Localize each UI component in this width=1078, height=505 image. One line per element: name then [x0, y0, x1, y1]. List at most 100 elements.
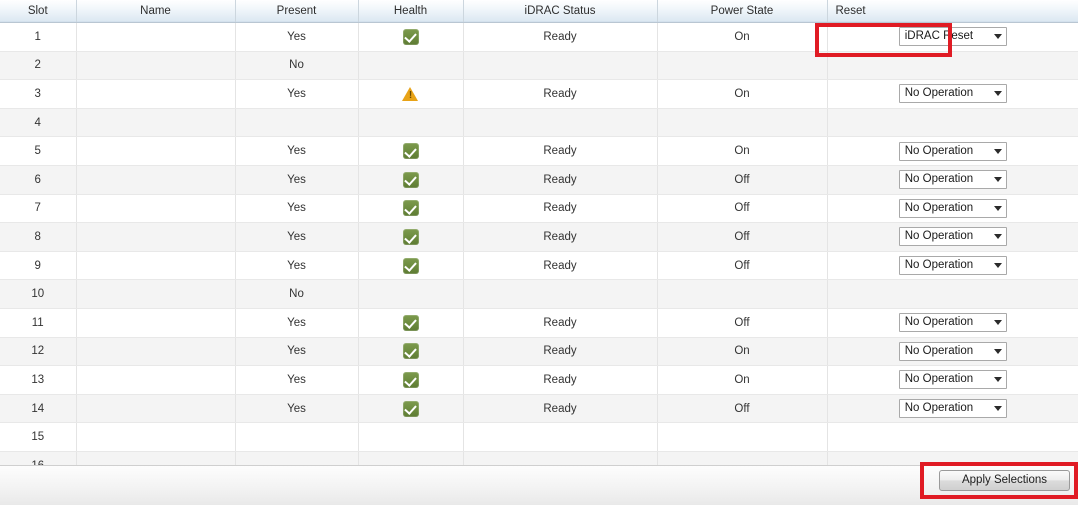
cell-reset: [827, 279, 1078, 309]
cell-slot: 1: [0, 22, 77, 52]
cell-reset: No Operation: [827, 365, 1078, 395]
column-header-health[interactable]: Health: [358, 0, 464, 23]
cell-slot: 8: [0, 222, 77, 252]
cell-name: [76, 194, 236, 224]
table-row: 10 No: [0, 279, 1078, 309]
table-row: 1 Yes Ready On iDRAC Reset: [0, 22, 1078, 52]
chevron-down-icon: [993, 34, 1002, 40]
cell-slot: 14: [0, 394, 77, 424]
reset-action-select[interactable]: iDRAC Reset: [898, 27, 1007, 47]
green-check-icon: [402, 343, 419, 360]
table-row: 4: [0, 108, 1078, 138]
reset-action-selected-value: iDRAC Reset: [904, 30, 974, 43]
cell-slot: 9: [0, 251, 77, 281]
cell-reset: [827, 108, 1078, 138]
cell-idrac-status: [463, 279, 658, 309]
reset-action-select[interactable]: No Operation: [898, 313, 1007, 333]
chevron-down-icon: [993, 348, 1002, 354]
cell-reset: No Operation: [827, 308, 1078, 338]
table-footer-bar: [0, 465, 1078, 505]
warning-triangle-icon: [402, 86, 419, 102]
table-row: 6 Yes Ready Off No Operation: [0, 165, 1078, 195]
green-check-icon: [402, 228, 419, 245]
reset-action-select[interactable]: No Operation: [898, 399, 1007, 419]
cell-reset: No Operation: [827, 136, 1078, 166]
cell-slot: 12: [0, 337, 77, 367]
cell-slot: 11: [0, 308, 77, 338]
cell-present: [235, 422, 359, 452]
cell-name: [76, 337, 236, 367]
chevron-down-icon: [993, 177, 1002, 183]
reset-action-select[interactable]: No Operation: [898, 341, 1007, 361]
reset-action-selected-value: No Operation: [904, 87, 974, 100]
green-check-icon: [402, 314, 419, 331]
cell-power-state: Off: [657, 222, 828, 252]
cell-present: Yes: [235, 194, 359, 224]
cell-idrac-status: Ready: [463, 251, 658, 281]
cell-reset: No Operation: [827, 251, 1078, 281]
reset-action-selected-value: No Operation: [904, 173, 974, 186]
reset-action-select[interactable]: No Operation: [898, 227, 1007, 247]
reset-action-select[interactable]: No Operation: [898, 141, 1007, 161]
cell-health: [358, 222, 464, 252]
chevron-down-icon: [993, 91, 1002, 97]
cell-idrac-status: Ready: [463, 22, 658, 52]
table-row: 15: [0, 422, 1078, 452]
green-check-icon: [402, 400, 419, 417]
cell-health: [358, 108, 464, 138]
reset-action-select[interactable]: No Operation: [898, 84, 1007, 104]
cell-name: [76, 251, 236, 281]
cell-slot: 2: [0, 51, 77, 81]
cell-present: Yes: [235, 308, 359, 338]
cell-idrac-status: Ready: [463, 79, 658, 109]
cell-present: Yes: [235, 251, 359, 281]
reset-action-select[interactable]: No Operation: [898, 170, 1007, 190]
cell-power-state: [657, 51, 828, 81]
cell-power-state: On: [657, 365, 828, 395]
column-header-slot[interactable]: Slot: [0, 0, 77, 23]
cell-reset: No Operation: [827, 222, 1078, 252]
table-body: 1YesReadyOniDRAC Reset2No3YesReadyOnNo O…: [0, 22, 1078, 481]
cell-present: [235, 108, 359, 138]
column-header-reset[interactable]: Reset: [827, 0, 1078, 23]
table-row: 5 Yes Ready On No Operation: [0, 136, 1078, 166]
apply-selections-button[interactable]: Apply Selections: [939, 470, 1070, 491]
cell-power-state: [657, 279, 828, 309]
cell-idrac-status: Ready: [463, 337, 658, 367]
green-check-icon: [402, 171, 419, 188]
cell-present: Yes: [235, 394, 359, 424]
cell-present: Yes: [235, 222, 359, 252]
cell-health: [358, 251, 464, 281]
cell-slot: 15: [0, 422, 77, 452]
column-header-power-state[interactable]: Power State: [657, 0, 828, 23]
column-header-present[interactable]: Present: [235, 0, 359, 23]
reset-action-select[interactable]: No Operation: [898, 256, 1007, 276]
cell-power-state: [657, 108, 828, 138]
cell-power-state: Off: [657, 194, 828, 224]
reset-action-select[interactable]: No Operation: [898, 198, 1007, 218]
table-header: Slot Name Present Health iDRAC Status Po…: [0, 0, 1078, 23]
reset-action-select[interactable]: No Operation: [898, 370, 1007, 390]
cell-slot: 10: [0, 279, 77, 309]
table-row: 13 Yes Ready On No Operation: [0, 365, 1078, 395]
cell-name: [76, 108, 236, 138]
cell-present: Yes: [235, 365, 359, 395]
chevron-down-icon: [993, 234, 1002, 240]
cell-health: [358, 365, 464, 395]
cell-idrac-status: Ready: [463, 136, 658, 166]
cell-reset: iDRAC Reset: [827, 22, 1078, 52]
reset-action-selected-value: No Operation: [904, 316, 974, 329]
chevron-down-icon: [993, 263, 1002, 269]
cell-health: [358, 51, 464, 81]
reset-action-selected-value: No Operation: [904, 259, 974, 272]
cell-slot: 7: [0, 194, 77, 224]
table-row: 3 Yes ReadyOn No Operation: [0, 79, 1078, 109]
column-header-idrac-status[interactable]: iDRAC Status: [463, 0, 658, 23]
cell-name: [76, 165, 236, 195]
column-header-name[interactable]: Name: [76, 0, 236, 23]
cell-reset: No Operation: [827, 394, 1078, 424]
cell-idrac-status: Ready: [463, 308, 658, 338]
cell-reset: [827, 422, 1078, 452]
table-row: 7 Yes Ready Off No Operation: [0, 194, 1078, 224]
chevron-down-icon: [993, 406, 1002, 412]
